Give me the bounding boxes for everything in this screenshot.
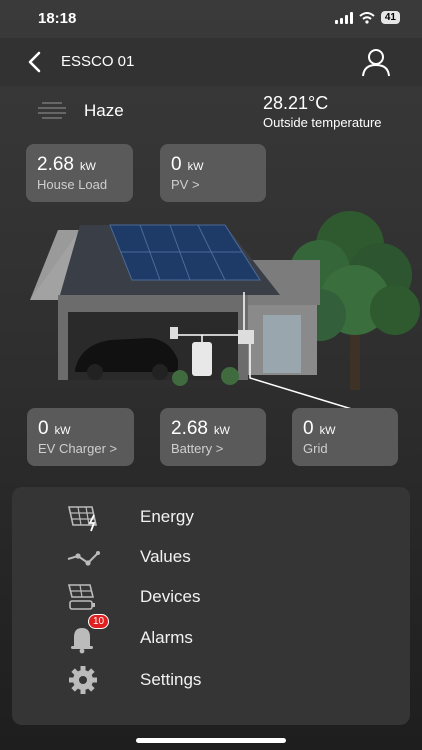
grid-label: Grid <box>303 441 328 456</box>
house-load-value: 2.68 <box>37 154 74 175</box>
menu-panel: Energy Values Devices 10 Alarms Settings <box>12 487 410 725</box>
pv-value: 0 <box>171 154 182 175</box>
battery-tile[interactable]: 2.68 kW Battery > <box>160 408 266 466</box>
haze-icon <box>38 102 66 119</box>
gear-icon <box>69 666 97 694</box>
pv-value-row: 0 kW <box>171 154 203 176</box>
house-load-unit: kW <box>79 161 96 173</box>
ev-charger-tile[interactable]: 0 kW EV Charger > <box>27 408 134 466</box>
ev-charger-value-row: 0 kW <box>38 418 70 440</box>
status-time: 18:18 <box>38 10 77 27</box>
menu-item-alarms[interactable]: 10 Alarms <box>12 614 410 656</box>
profile-button[interactable] <box>360 47 392 77</box>
menu-item-label: Alarms <box>140 628 193 647</box>
wifi-icon <box>359 11 375 24</box>
menu-item-label: Settings <box>140 670 202 689</box>
home-indicator[interactable] <box>136 738 286 743</box>
devices-icon <box>67 584 95 610</box>
grid-value: 0 <box>303 418 314 439</box>
ev-charger-value: 0 <box>38 418 49 439</box>
weather-condition: Haze <box>84 101 124 120</box>
battery-label: Battery > <box>171 441 224 456</box>
menu-item-devices[interactable]: Devices <box>12 579 410 615</box>
ev-charger-label: EV Charger > <box>38 441 118 456</box>
pv-tile[interactable]: 0 kW PV > <box>160 144 266 202</box>
status-icons: 41 <box>334 11 400 24</box>
menu-item-values[interactable]: Values <box>12 539 410 575</box>
battery-unit: kW <box>213 425 230 437</box>
outside-temperature-value: 28.21°C <box>263 93 329 113</box>
chevron-left-icon <box>28 51 41 73</box>
house-load-label: House Load <box>37 177 108 192</box>
battery-value: 2.68 <box>171 418 208 439</box>
status-bar: 18:18 41 <box>0 0 422 38</box>
pv-label: PV > <box>171 177 200 192</box>
house-load-tile: 2.68 kW House Load <box>26 144 133 202</box>
back-button[interactable] <box>24 50 48 74</box>
grid-value-row: 0 kW <box>303 418 335 440</box>
battery-value-row: 2.68 kW <box>171 418 230 440</box>
page-title: ESSCO 01 <box>61 53 135 70</box>
battery-indicator: 41 <box>380 11 400 24</box>
menu-item-energy[interactable]: Energy <box>12 499 410 535</box>
pv-unit: kW <box>187 161 204 173</box>
solar-panel-bolt-icon <box>68 506 97 532</box>
house-illustration <box>30 211 420 411</box>
user-icon <box>362 49 390 77</box>
menu-item-label: Values <box>140 547 191 566</box>
grid-unit: kW <box>319 425 336 437</box>
menu-item-label: Devices <box>140 587 201 606</box>
menu-item-label: Energy <box>140 507 194 526</box>
line-graph-icon <box>67 551 100 566</box>
ev-charger-unit: kW <box>54 425 71 437</box>
nav-bar: ESSCO 01 <box>0 38 422 86</box>
alarm-count-badge: 10 <box>88 614 110 629</box>
menu-item-settings[interactable]: Settings <box>12 662 410 698</box>
grid-tile: 0 kW Grid <box>292 408 398 466</box>
outside-temperature-label: Outside temperature <box>263 115 382 130</box>
house-load-value-row: 2.68 kW <box>37 154 96 176</box>
cellular-signal-icon <box>334 11 353 24</box>
